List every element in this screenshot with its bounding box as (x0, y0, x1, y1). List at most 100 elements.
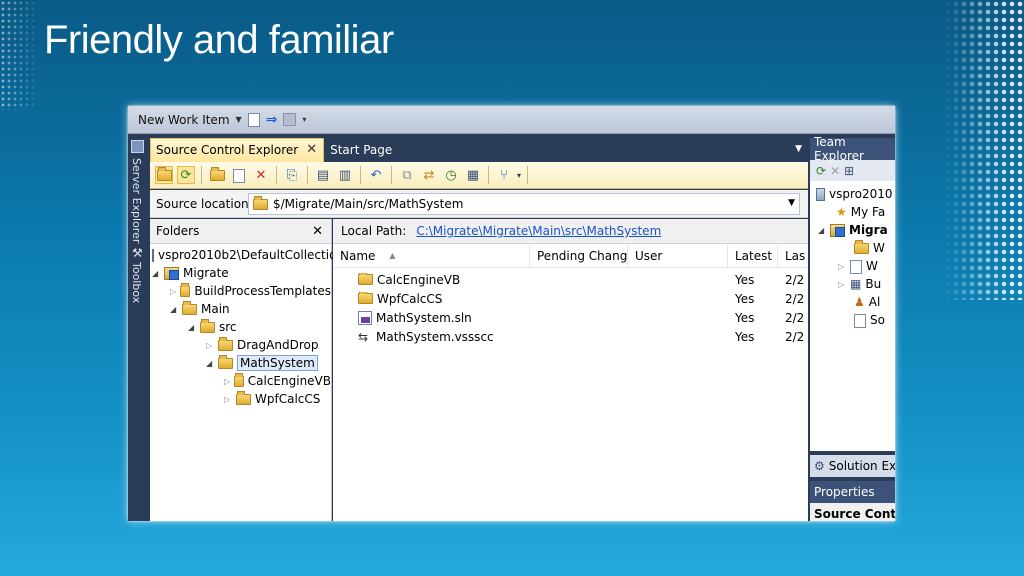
local-path-link[interactable]: C:\Migrate\Migrate\Main\src\MathSystem (416, 224, 661, 238)
tree-item-src[interactable]: ◢ src (150, 318, 331, 336)
source-location-label: Source location: (156, 196, 253, 211)
tree-item-source-control[interactable]: So (810, 311, 895, 329)
tree-item-migrate[interactable]: ◢ Migrate (150, 264, 331, 282)
close-icon[interactable]: ✕ (312, 224, 323, 239)
document-icon[interactable] (247, 113, 260, 127)
new-folder-button[interactable] (208, 166, 226, 184)
column-header-last[interactable]: Las (778, 244, 808, 268)
chevron-down-icon[interactable]: ▼ (788, 198, 795, 208)
collapsed-arrow-icon[interactable]: ▷ (838, 280, 846, 289)
server-explorer-icon[interactable] (131, 140, 144, 153)
column-header-user[interactable]: User (628, 243, 728, 268)
expanded-arrow-icon[interactable]: ◢ (152, 269, 160, 278)
collapsed-arrow-icon[interactable]: ▷ (838, 262, 846, 271)
solution-explorer-tab[interactable]: ⚙ Solution Ex (810, 455, 895, 477)
dropdown-arrow-icon[interactable]: ▼ (236, 115, 242, 124)
separator (527, 166, 529, 184)
compare-button[interactable]: ⇄ (420, 166, 438, 184)
refresh-button[interactable]: ⟳ (177, 166, 195, 184)
check-out-button[interactable]: ▤ (314, 166, 332, 184)
tree-item-calcenginevb[interactable]: ▷ CalcEngineVB (150, 372, 331, 390)
server-explorer-tab[interactable]: Server Explorer (130, 158, 143, 243)
team-explorer-tree: vspro2010 ★ My Fa ◢ Migra W ▷ W ▷ ▦ Bu ♟… (810, 181, 895, 451)
open-folder-icon (218, 354, 233, 369)
team-explorer-toolbar: ⟳ ✕ ⊞ (810, 160, 895, 181)
check-in-button[interactable]: ▥ (336, 166, 354, 184)
table-row[interactable]: ⇆ MathSystem.vssscc Yes 2/2 (333, 327, 808, 346)
local-path-label: Local Path: (341, 224, 407, 238)
column-header-latest[interactable]: Latest (728, 243, 778, 268)
get-latest-button[interactable]: ⎘ (283, 166, 301, 184)
tree-item-mathsystem[interactable]: ◢ MathSystem (150, 354, 331, 372)
tab-source-control-explorer[interactable]: Source Control Explorer ✕ (150, 138, 325, 162)
refresh-icon[interactable]: ⟳ (816, 164, 826, 178)
table-row[interactable]: WpfCalcCS Yes 2/2 (333, 289, 808, 308)
tree-item-web[interactable]: ▷ W (810, 257, 895, 275)
shelve-button[interactable]: ⧉ (398, 166, 416, 184)
collapsed-arrow-icon[interactable]: ▷ (206, 341, 214, 350)
toolbox-tab[interactable]: Toolbox (130, 262, 143, 303)
tree-item-builds[interactable]: ▷ ▦ Bu (810, 275, 895, 293)
sort-ascending-icon: ▲ (389, 251, 396, 260)
folders-pane: Folders ✕ vspro2010b2\DefaultCollection … (150, 219, 344, 521)
folder-icon (854, 239, 869, 254)
builds-icon: ▦ (850, 277, 862, 291)
expanded-arrow-icon[interactable]: ◢ (170, 305, 178, 314)
query-icon[interactable] (283, 113, 297, 126)
separator (201, 166, 202, 184)
column-header-pending-change[interactable]: Pending Change (530, 243, 628, 268)
server-icon (152, 248, 154, 262)
tree-item-alerts[interactable]: ♟ Al (810, 293, 895, 311)
separator (360, 166, 361, 184)
go-to-work-item-icon[interactable]: ⇒ (266, 112, 278, 128)
connect-icon[interactable]: ⊞ (844, 164, 854, 178)
expanded-arrow-icon[interactable]: ◢ (188, 323, 196, 332)
undo-button[interactable]: ↶ (367, 166, 385, 184)
web-icon (850, 259, 862, 274)
tree-item-server[interactable]: vspro2010 (810, 185, 895, 203)
column-header-name[interactable]: Name ▲ (333, 243, 530, 268)
stop-icon[interactable]: ✕ (830, 164, 840, 178)
folder-toggle-button[interactable] (155, 166, 173, 184)
table-row[interactable]: CalcEngineVB Yes 2/2 (333, 270, 808, 289)
folders-header: Folders ✕ (150, 219, 331, 244)
separator (276, 166, 277, 184)
folder-icon (218, 336, 233, 351)
expanded-arrow-icon[interactable]: ◢ (818, 226, 826, 235)
delete-button[interactable]: ✕ (252, 166, 270, 184)
add-items-button[interactable] (230, 166, 248, 184)
folder-icon (156, 166, 172, 181)
tree-item-draganddrop[interactable]: ▷ DragAndDrop (150, 336, 331, 354)
branch-button[interactable]: ⑂ (495, 166, 513, 184)
tree-item-migrate-project[interactable]: ◢ Migra (810, 221, 895, 239)
tab-dropdown-icon[interactable]: ▼ (795, 144, 802, 154)
collapsed-arrow-icon[interactable]: ▷ (224, 377, 230, 386)
tab-label: Source Control Explorer (156, 143, 299, 157)
close-icon[interactable]: ✕ (306, 143, 317, 162)
toolbox-icon[interactable]: ⚒ (132, 246, 143, 260)
tree-item-buildprocesstemplates[interactable]: ▷ BuildProcessTemplates (150, 282, 331, 300)
collapsed-arrow-icon[interactable]: ▷ (224, 395, 232, 404)
source-control-toolbar: ⟳ ✕ ⎘ ▤ ▥ ↶ ⧉ ⇄ ◷ ▦ ⑂ ▾ (150, 162, 808, 189)
star-icon: ★ (836, 205, 847, 219)
tree-item-wpfcalccs[interactable]: ▷ WpfCalcCS (150, 390, 331, 408)
toolbar-overflow-icon[interactable]: ▾ (302, 115, 306, 124)
annotate-button[interactable]: ▦ (464, 166, 482, 184)
tree-item-main[interactable]: ◢ Main (150, 300, 331, 318)
tree-item-my-favorites[interactable]: ★ My Fa (810, 203, 895, 221)
source-control-binding-icon: ⇆ (358, 329, 369, 344)
new-work-item-button[interactable]: New Work Item (138, 113, 230, 127)
tree-item-collection[interactable]: vspro2010b2\DefaultCollection (150, 246, 344, 264)
history-button[interactable]: ◷ (442, 166, 460, 184)
team-project-icon (164, 266, 179, 280)
tree-item-work-items[interactable]: W (810, 239, 895, 257)
table-row[interactable]: MathSystem.sln Yes 2/2 (333, 308, 808, 327)
tab-start-page[interactable]: Start Page (324, 143, 398, 162)
folder-icon (358, 291, 373, 304)
decorative-dots-left (0, 0, 40, 110)
expanded-arrow-icon[interactable]: ◢ (206, 359, 214, 368)
collapsed-arrow-icon[interactable]: ▷ (170, 287, 176, 296)
dropdown-arrow-icon[interactable]: ▾ (517, 171, 521, 180)
source-location-field[interactable]: $/Migrate/Main/src/MathSystem ▼ (248, 193, 800, 215)
open-folder-icon (182, 300, 197, 315)
